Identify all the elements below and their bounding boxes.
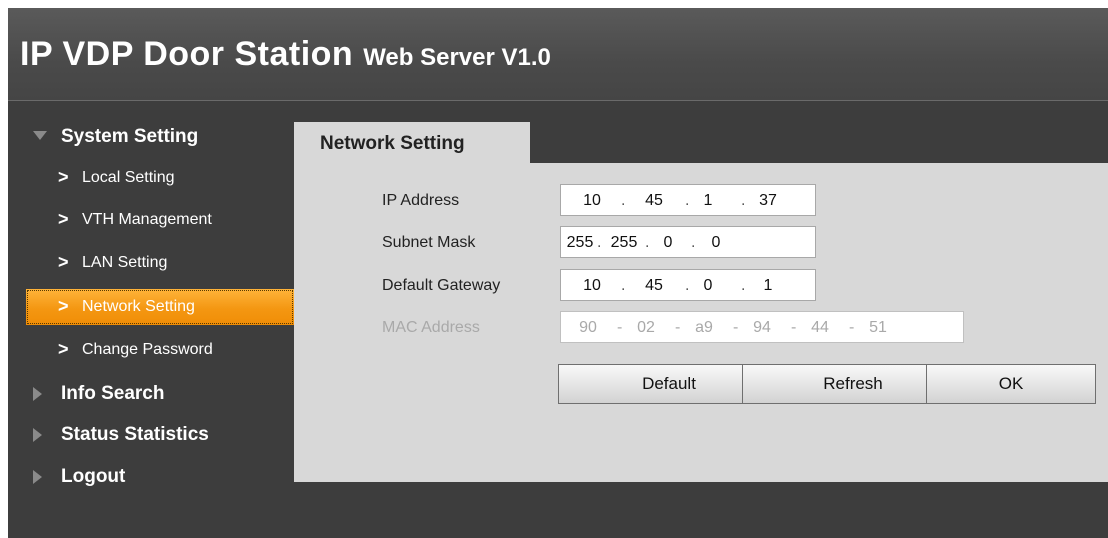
- default-gateway-label: Default Gateway: [382, 277, 501, 294]
- app-title-version: Web Server V1.0: [363, 44, 551, 71]
- mac-separator: -: [675, 319, 681, 336]
- gateway-octet-3[interactable]: 0: [691, 277, 725, 295]
- ip-octet-3[interactable]: 1: [691, 192, 725, 210]
- page-margin-left: [0, 0, 8, 538]
- mac-separator: -: [617, 319, 623, 336]
- ip-octet-1[interactable]: 10: [575, 192, 609, 210]
- mac-separator: -: [849, 319, 855, 336]
- subnet-mask-label: Subnet Mask: [382, 234, 476, 251]
- sidebar-section-label: Logout: [61, 466, 126, 487]
- ok-button[interactable]: OK: [926, 364, 1096, 404]
- mac-part-3: a9: [695, 319, 713, 336]
- sidebar-item-label: Local Setting: [82, 169, 175, 186]
- sidebar-section-label: Info Search: [61, 383, 165, 404]
- app-header: IP VDP Door Station Web Server V1.0: [8, 8, 1108, 101]
- subnet-octet-4[interactable]: 0: [699, 234, 733, 252]
- octet-separator: .: [691, 234, 696, 251]
- ip-address-field[interactable]: 10 . 45 . 1 . 37: [560, 184, 816, 216]
- sidebar-section-logout[interactable]: Logout: [26, 458, 294, 494]
- sidebar-section-status-statistics[interactable]: Status Statistics: [26, 416, 294, 452]
- octet-separator: .: [741, 277, 746, 294]
- triangle-right-icon: [33, 428, 42, 442]
- chevron-right-icon: >: [58, 339, 69, 359]
- tab-label: Network Setting: [320, 133, 465, 154]
- app-title: IP VDP Door Station Web Server V1.0: [20, 35, 551, 74]
- subnet-octet-3[interactable]: 0: [651, 234, 685, 252]
- sidebar-item-network-setting[interactable]: > Network Setting: [26, 289, 294, 325]
- triangle-right-icon: [33, 387, 42, 401]
- sidebar-item-label: Network Setting: [82, 298, 195, 315]
- tab-network-setting[interactable]: Network Setting: [294, 122, 530, 164]
- default-gateway-field[interactable]: 10 . 45 . 0 . 1: [560, 269, 816, 301]
- sidebar-section-info-search[interactable]: Info Search: [26, 375, 294, 411]
- octet-separator: .: [597, 234, 602, 251]
- triangle-right-icon: [33, 470, 42, 484]
- chevron-right-icon: >: [58, 296, 69, 316]
- app-title-main: IP VDP Door Station: [20, 35, 354, 73]
- mac-part-4: 94: [753, 319, 771, 336]
- chevron-right-icon: >: [58, 252, 69, 272]
- mac-separator: -: [733, 319, 739, 336]
- sidebar-item-vth-management[interactable]: > VTH Management: [26, 202, 294, 238]
- mac-address-label: MAC Address: [382, 319, 480, 336]
- subnet-octet-2[interactable]: 255: [607, 234, 641, 252]
- sidebar-item-change-password[interactable]: > Change Password: [26, 332, 294, 368]
- gateway-octet-4[interactable]: 1: [751, 277, 785, 295]
- mac-part-1: 90: [579, 319, 597, 336]
- mac-part-5: 44: [811, 319, 829, 336]
- ip-octet-4[interactable]: 37: [751, 192, 785, 210]
- sidebar-item-label: LAN Setting: [82, 254, 168, 271]
- mac-part-2: 02: [637, 319, 655, 336]
- mac-address-field: 90 - 02 - a9 - 94 - 44 - 51: [560, 311, 964, 343]
- octet-separator: .: [621, 277, 626, 294]
- ip-octet-2[interactable]: 45: [637, 192, 671, 210]
- sidebar-item-lan-setting[interactable]: > LAN Setting: [26, 245, 294, 281]
- chevron-right-icon: >: [58, 209, 69, 229]
- sidebar-section-system-setting[interactable]: System Setting: [26, 118, 294, 154]
- ip-address-label: IP Address: [382, 192, 460, 209]
- octet-separator: .: [645, 234, 650, 251]
- sidebar-section-label: System Setting: [61, 126, 199, 147]
- mac-part-6: 51: [869, 319, 887, 336]
- chevron-right-icon: >: [58, 167, 69, 187]
- gateway-octet-1[interactable]: 10: [575, 277, 609, 295]
- octet-separator: .: [685, 192, 690, 209]
- mac-separator: -: [791, 319, 797, 336]
- page-margin-top: [0, 0, 1108, 8]
- triangle-down-icon: [33, 131, 47, 140]
- subnet-mask-field[interactable]: 255 . 255 . 0 . 0: [560, 226, 816, 258]
- sidebar-section-label: Status Statistics: [61, 424, 209, 445]
- octet-separator: .: [741, 192, 746, 209]
- octet-separator: .: [685, 277, 690, 294]
- octet-separator: .: [621, 192, 626, 209]
- subnet-octet-1[interactable]: 255: [563, 234, 597, 252]
- sidebar-item-local-setting[interactable]: > Local Setting: [26, 160, 294, 196]
- sidebar-item-label: Change Password: [82, 341, 213, 358]
- gateway-octet-2[interactable]: 45: [637, 277, 671, 295]
- sidebar-item-label: VTH Management: [82, 211, 212, 228]
